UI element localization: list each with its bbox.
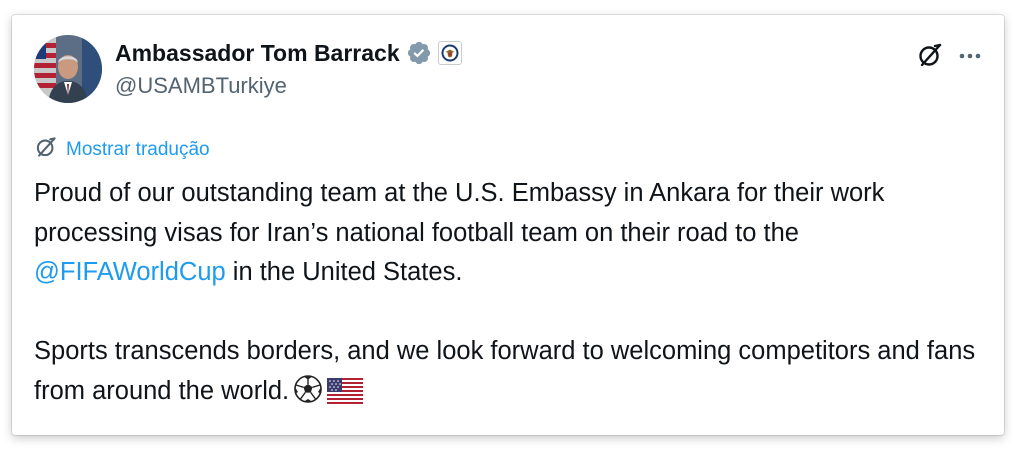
translate-link[interactable]: Mostrar tradução [34, 135, 210, 164]
grok-icon [916, 41, 944, 74]
grok-button[interactable] [914, 41, 946, 73]
more-horizontal-icon [957, 48, 983, 66]
us-flag-emoji-icon [327, 377, 364, 417]
tweet-text-part: Proud of our outstanding team at the U.S… [34, 179, 885, 247]
translate-label[interactable]: Mostrar tradução [66, 139, 210, 161]
tweet-paragraph-2: Sports transcends borders, and we look f… [34, 332, 984, 416]
author-handle[interactable]: @USAMBTurkiye [115, 73, 287, 99]
tweet-card[interactable]: Ambassador Tom Barrack @USAMBTurkiye Mos… [12, 15, 1004, 435]
tweet-paragraph-1: Proud of our outstanding team at the U.S… [34, 174, 984, 293]
more-options-button[interactable] [954, 41, 986, 73]
avatar[interactable] [34, 35, 102, 103]
mention-link[interactable]: @FIFAWorldCup [34, 258, 226, 286]
author-name[interactable]: Ambassador Tom Barrack [115, 40, 400, 67]
tweet-text-part: Sports transcends borders, and we look f… [34, 337, 976, 405]
tweet-text-part: in the United States. [225, 258, 463, 286]
grok-icon [34, 135, 58, 164]
tweet-text: Proud of our outstanding team at the U.S… [34, 174, 984, 416]
soccer-ball-emoji-icon [293, 374, 323, 417]
government-seal-icon [437, 41, 462, 65]
author-row: Ambassador Tom Barrack [115, 37, 462, 69]
verified-badge-icon[interactable] [406, 40, 432, 66]
